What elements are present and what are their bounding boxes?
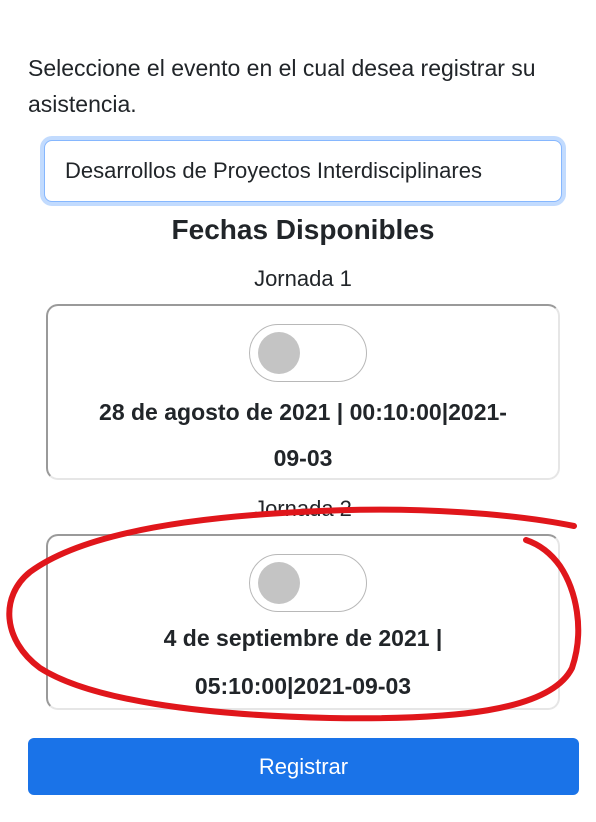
event-select-value: Desarrollos de Proyectos Interdisciplina… xyxy=(65,158,482,183)
jornada-2-label: Jornada 2 xyxy=(254,496,352,521)
jornada-2-date-line2: 05:10:00|2021-09-03 xyxy=(194,673,412,699)
jornada-2-toggle[interactable] xyxy=(249,554,367,612)
event-select[interactable]: Desarrollos de Proyectos Interdisciplina… xyxy=(44,140,562,202)
section-title: Fechas Disponibles xyxy=(171,214,435,245)
jornada-2-card: 4 de septiembre de 2021 | 05:10:00|2021-… xyxy=(46,534,560,710)
register-button[interactable]: Registrar xyxy=(28,738,579,795)
jornada-1-label: Jornada 1 xyxy=(254,266,352,291)
toggle-knob xyxy=(258,562,300,604)
intro-text: Seleccione el evento en el cual desea re… xyxy=(28,55,536,117)
toggle-knob xyxy=(258,332,300,374)
jornada-1-date-line2: 09-03 xyxy=(273,445,333,471)
jornada-2-date-line1: 4 de septiembre de 2021 | xyxy=(163,625,443,651)
jornada-1-card: 28 de agosto de 2021 | 00:10:00|2021- 09… xyxy=(46,304,560,480)
jornada-1-date-line1: 28 de agosto de 2021 | 00:10:00|2021- xyxy=(99,399,507,425)
jornada-1-toggle[interactable] xyxy=(249,324,367,382)
